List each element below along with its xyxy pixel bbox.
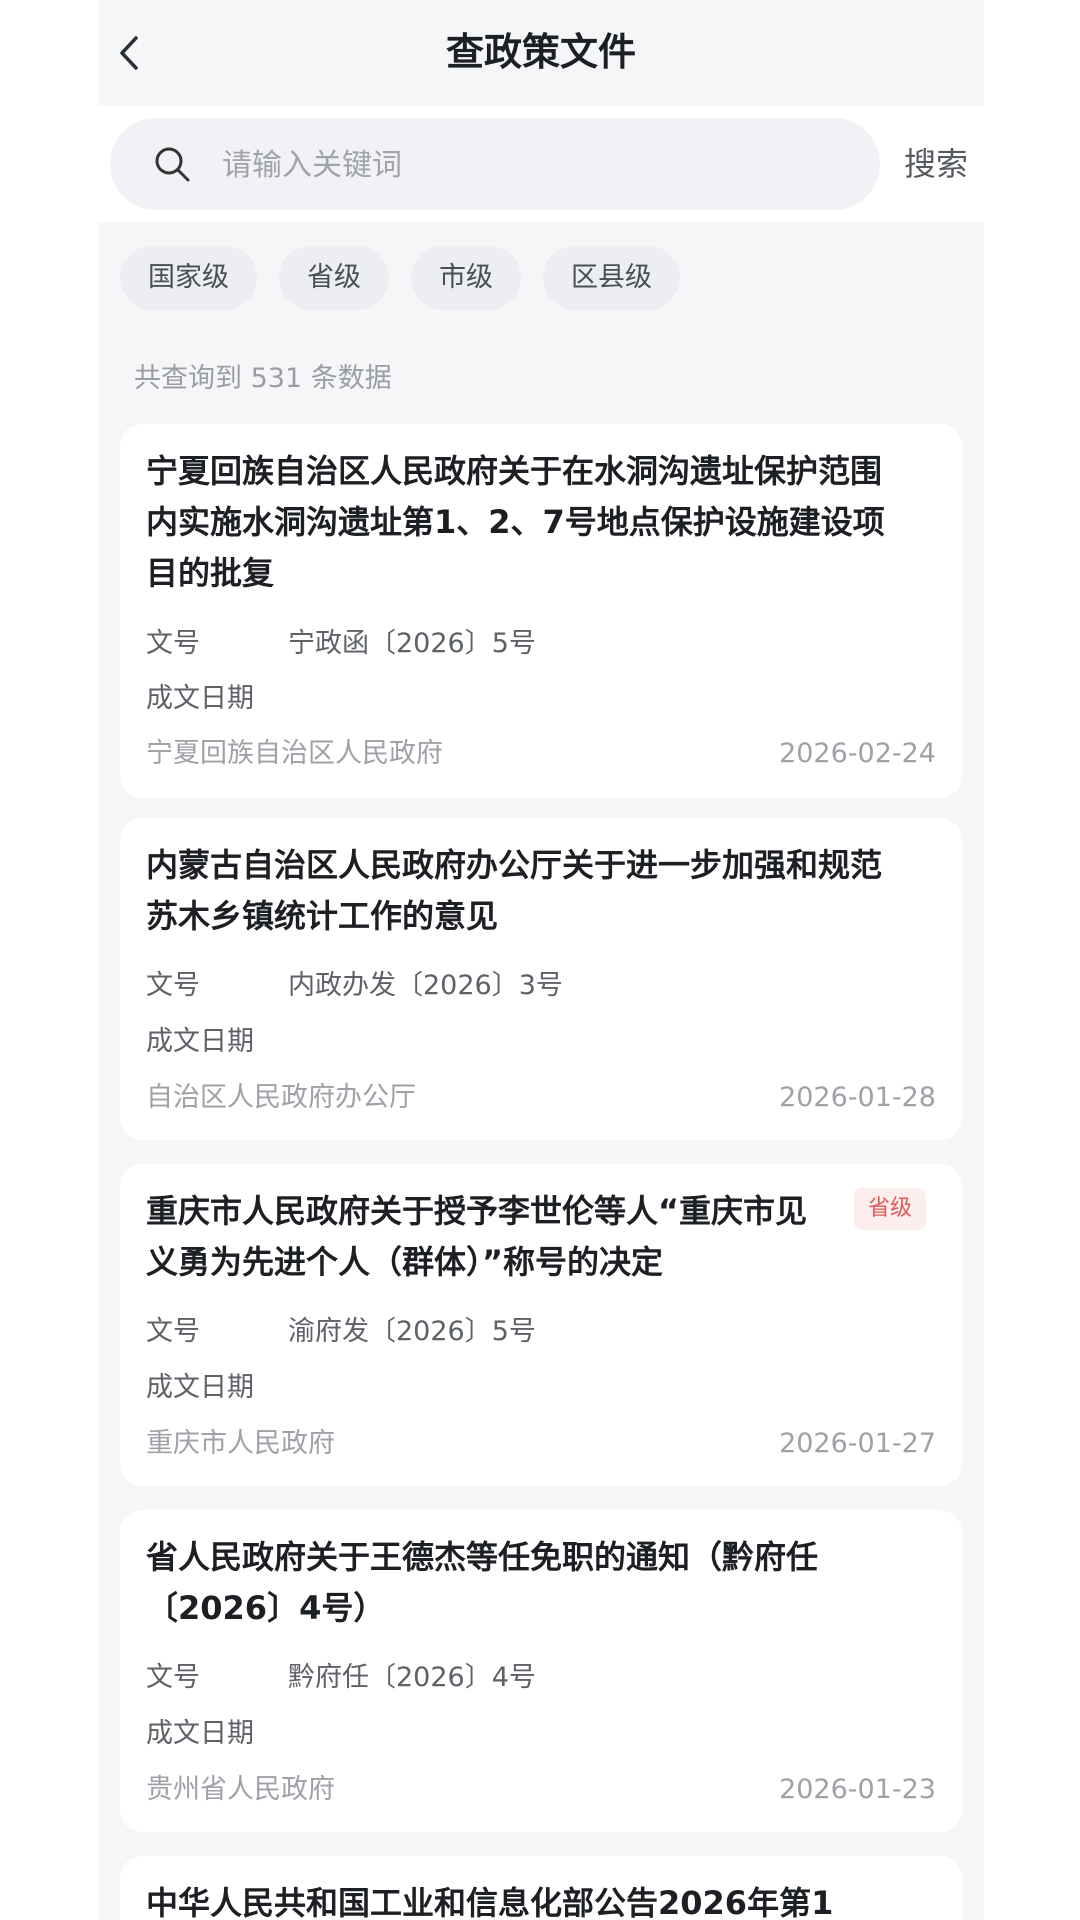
publish-date: 2026-01-23 — [779, 1774, 936, 1805]
search-panel: 搜索 — [98, 106, 984, 222]
issuer: 贵州省人民政府 — [146, 1774, 335, 1805]
publish-date: 2026-01-27 — [779, 1428, 936, 1459]
doc-number-label: 文号 — [146, 1316, 200, 1347]
search-button[interactable]: 搜索 — [904, 140, 968, 188]
issuer: 宁夏回族自治区人民政府 — [146, 738, 443, 769]
doc-number-label: 文号 — [146, 970, 200, 1001]
date-row: 成文日期 — [146, 679, 288, 719]
policy-card[interactable]: 中华人民共和国工业和信息化部公告2026年第1 — [120, 1856, 962, 1920]
date-row: 成文日期 — [146, 1022, 288, 1062]
filter-provincial[interactable]: 省级 — [279, 246, 389, 310]
filter-county[interactable]: 区县级 — [543, 246, 680, 310]
doc-number-value: 宁政函〔2026〕5号 — [288, 628, 536, 659]
filter-municipal[interactable]: 市级 — [411, 246, 521, 310]
issuer: 自治区人民政府办公厅 — [146, 1082, 416, 1113]
doc-number-value: 黔府任〔2026〕4号 — [288, 1662, 536, 1693]
policy-card[interactable]: 省人民政府关于王德杰等任免职的通知（黔府任〔2026〕4号） 文号 黔府任〔202… — [120, 1510, 962, 1832]
doc-number-row: 文号 渝府发〔2026〕5号 — [146, 1312, 536, 1352]
date-row: 成文日期 — [146, 1714, 288, 1754]
policy-card[interactable]: 内蒙古自治区人民政府办公厅关于进一步加强和规范苏木乡镇统计工作的意见 文号 内政办… — [120, 818, 962, 1140]
doc-number-label: 文号 — [146, 628, 200, 659]
filter-national[interactable]: 国家级 — [120, 246, 257, 310]
card-footer: 贵州省人民政府 2026-01-23 — [146, 1770, 936, 1810]
policy-title: 省人民政府关于王德杰等任免职的通知（黔府任〔2026〕4号） — [146, 1538, 819, 1627]
card-footer: 重庆市人民政府 2026-01-27 — [146, 1424, 936, 1464]
policy-title: 宁夏回族自治区人民政府关于在水洞沟遗址保护范围内实施水洞沟遗址第1、2、7号地点… — [146, 452, 885, 592]
policy-card[interactable]: 宁夏回族自治区人民政府关于在水洞沟遗址保护范围内实施水洞沟遗址第1、2、7号地点… — [120, 424, 962, 798]
date-label: 成文日期 — [146, 1372, 254, 1403]
date-label: 成文日期 — [146, 1718, 254, 1749]
publish-date: 2026-02-24 — [779, 738, 936, 769]
card-footer: 宁夏回族自治区人民政府 2026-02-24 — [146, 734, 936, 774]
doc-number-value: 渝府发〔2026〕5号 — [288, 1316, 536, 1347]
date-row: 成文日期 — [146, 1368, 288, 1408]
card-footer: 自治区人民政府办公厅 2026-01-28 — [146, 1078, 936, 1118]
policy-title: 中华人民共和国工业和信息化部公告2026年第1 — [146, 1884, 834, 1920]
publish-date: 2026-01-28 — [779, 1082, 936, 1113]
date-label: 成文日期 — [146, 683, 254, 714]
level-filter-bar: 国家级 省级 市级 区县级 — [120, 246, 702, 310]
policy-title: 重庆市人民政府关于授予李世伦等人“重庆市见义勇为先进个人（群体）”称号的决定 — [146, 1192, 808, 1281]
result-count: 共查询到 531 条数据 — [134, 363, 392, 394]
page-title: 查政策文件 — [445, 30, 636, 74]
doc-number-row: 文号 宁政函〔2026〕5号 — [146, 624, 536, 664]
app-screen: 查政策文件 搜索 国家级 省级 市级 区县级 共查询到 531 条数据 宁夏回族… — [98, 0, 984, 1920]
issuer: 重庆市人民政府 — [146, 1428, 335, 1459]
doc-number-row: 文号 黔府任〔2026〕4号 — [146, 1658, 536, 1698]
doc-number-value: 内政办发〔2026〕3号 — [288, 970, 563, 1001]
doc-number-label: 文号 — [146, 1662, 200, 1693]
doc-number-row: 文号 内政办发〔2026〕3号 — [146, 966, 563, 1006]
search-input[interactable] — [220, 134, 844, 196]
top-bar: 查政策文件 — [98, 0, 984, 106]
level-badge: 省级 — [853, 1188, 926, 1230]
policy-card[interactable]: 重庆市人民政府关于授予李世伦等人“重庆市见义勇为先进个人（群体）”称号的决定 省… — [120, 1164, 962, 1486]
date-label: 成文日期 — [146, 1026, 254, 1057]
search-box[interactable] — [110, 118, 880, 210]
policy-title: 内蒙古自治区人民政府办公厅关于进一步加强和规范苏木乡镇统计工作的意见 — [146, 846, 883, 935]
search-icon — [155, 147, 190, 182]
